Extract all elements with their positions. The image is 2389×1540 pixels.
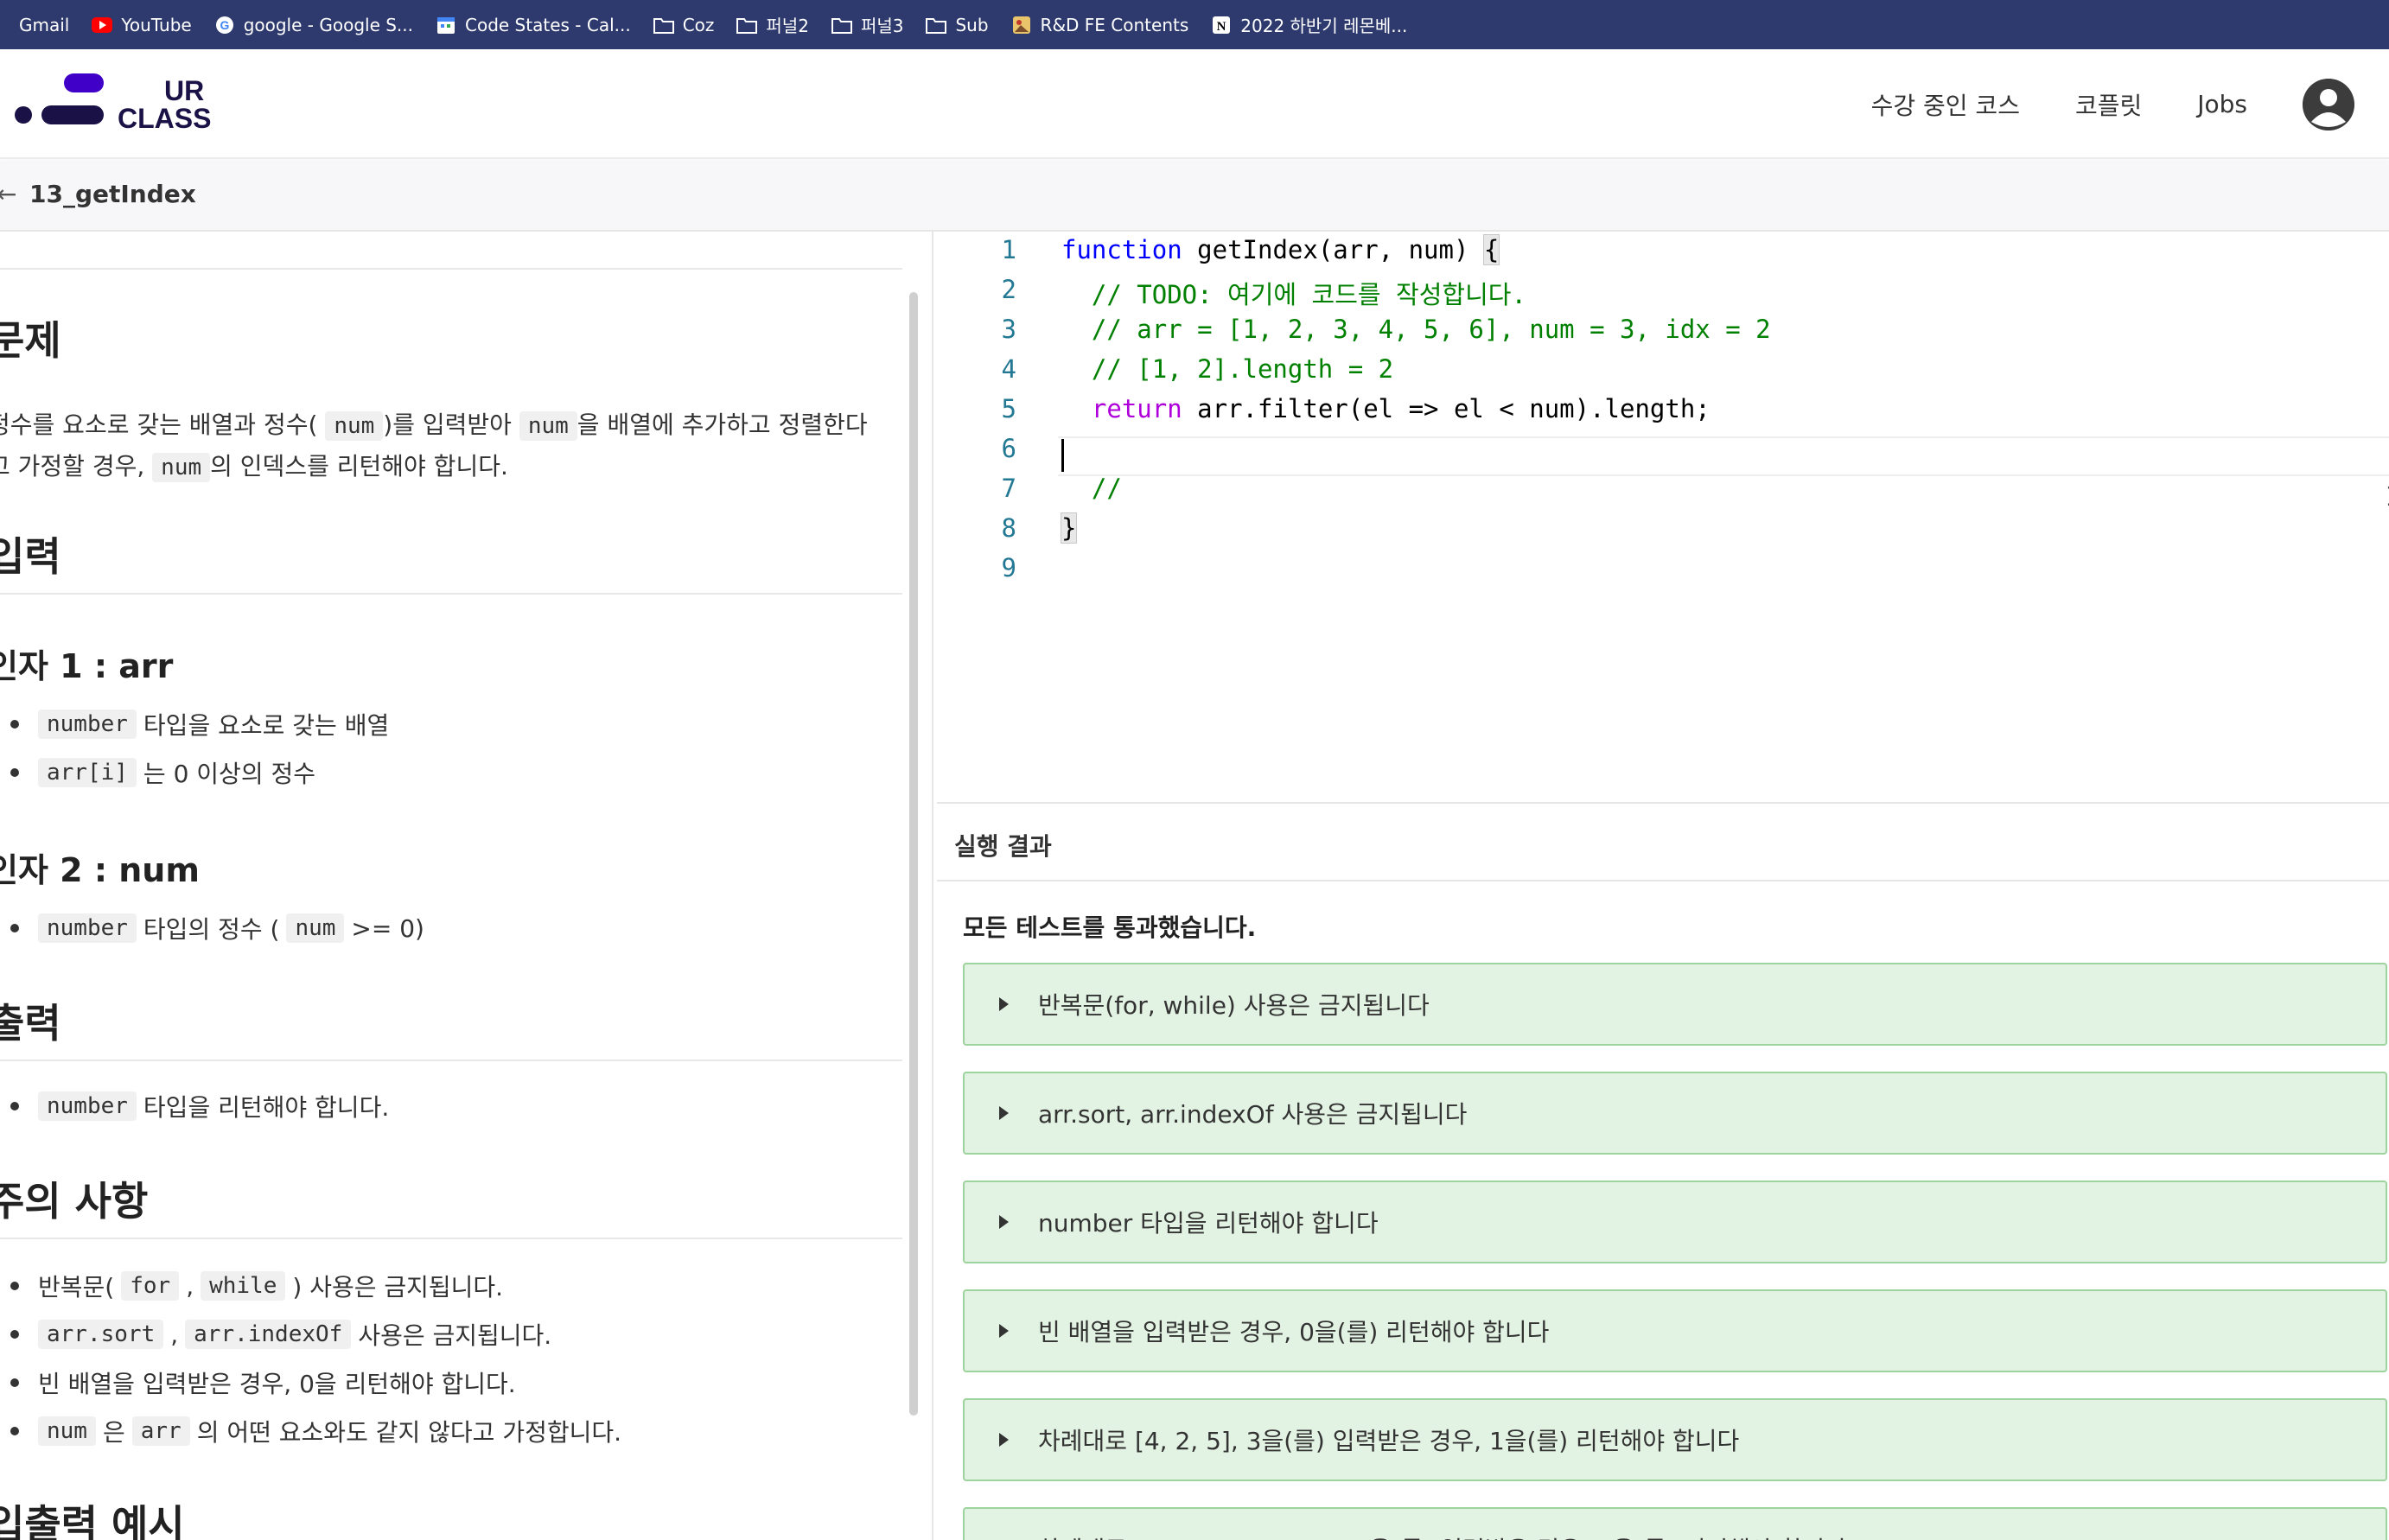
code-line[interactable]: // TODO: 여기에 코드를 작성합니다. xyxy=(1061,275,1526,311)
problem-desc-line2: 고 가정할 경우, num 의 인덱스를 리턴해야 합니다. xyxy=(0,452,508,482)
problem-panel[interactable]: 문제 정수를 요소로 갖는 배열과 정수( num)를 입력받아 num을 배열… xyxy=(0,232,933,1540)
divider xyxy=(0,1238,902,1239)
test-case[interactable]: 차례대로 [10, 50, 21, 14], 34을(를) 입력받은 경우, 4… xyxy=(963,1507,2387,1540)
notion-icon: N xyxy=(1211,15,1232,35)
list-item: arr[i] 는 0 이상의 정수 xyxy=(10,755,315,790)
bookmark-rnd-fe[interactable]: R&D FE Contents xyxy=(1003,0,1198,49)
results-panel: 실행 결과 모든 테스트를 통과했습니다. 반복문(for, while) 사용… xyxy=(937,802,2389,1540)
nav-jobs[interactable]: Jobs xyxy=(2197,90,2247,118)
heading-arg1: 인자 1 : arr xyxy=(0,647,174,685)
user-avatar-icon[interactable] xyxy=(2303,78,2354,130)
test-case[interactable]: number 타입을 리턴해야 합니다 xyxy=(963,1180,2387,1263)
test-case[interactable]: arr.sort, arr.indexOf 사용은 금지됩니다 xyxy=(963,1072,2387,1155)
code-editor[interactable]: 1 2 3 4 5 6 7 8 9 function getIndex(arr,… xyxy=(937,232,2389,802)
heading-example: 입출력 예시 xyxy=(0,1501,185,1540)
bookmark-code-states[interactable]: Code States - Cal... xyxy=(427,0,640,49)
folder-icon xyxy=(653,15,674,35)
list-item: number 타입을 요소로 갖는 배열 xyxy=(10,707,389,741)
line-number: 8 xyxy=(1001,513,1016,543)
bookmark-funnel3[interactable]: 퍼널3 xyxy=(823,0,913,49)
nav-my-courses[interactable]: 수강 중인 코스 xyxy=(1871,87,2020,122)
heading-output: 출력 xyxy=(0,1000,61,1047)
expand-triangle-icon xyxy=(999,1215,1009,1229)
list-item: number 타입을 리턴해야 합니다. xyxy=(10,1089,389,1123)
heading-input: 입력 xyxy=(0,533,61,580)
pass-message: 모든 테스트를 통과했습니다. xyxy=(963,913,1257,942)
code-line[interactable]: function getIndex(arr, num) { xyxy=(1061,234,1500,265)
divider xyxy=(0,268,902,270)
divider xyxy=(0,593,902,595)
heading-arg2: 인자 2 : num xyxy=(0,851,200,889)
bookmark-gmail[interactable]: Gmail xyxy=(10,0,78,49)
divider xyxy=(0,1060,902,1061)
page-title: 13_getIndex xyxy=(29,180,196,208)
line-number: 3 xyxy=(1001,315,1016,344)
list-item: number 타입의 정수 (num >= 0) xyxy=(10,911,424,945)
logo-text-class: CLASS xyxy=(118,103,212,134)
bookmark-lemonbase[interactable]: N 2022 하반기 레몬베... xyxy=(1202,0,1416,49)
list-item: arr.sort, arr.indexOf 사용은 금지됩니다. xyxy=(10,1317,551,1352)
test-case[interactable]: 차례대로 [4, 2, 5], 3을(를) 입력받은 경우, 1을(를) 리턴해… xyxy=(963,1398,2387,1481)
bookmark-youtube[interactable]: YouTube xyxy=(83,0,200,49)
bookmark-google[interactable]: G google - Google S... xyxy=(206,0,422,49)
folder-icon xyxy=(926,15,947,35)
breadcrumb: ← 13_getIndex xyxy=(0,161,2389,232)
svg-text:N: N xyxy=(1217,20,1226,34)
bookmark-funnel2[interactable]: 퍼널2 xyxy=(728,0,818,49)
test-case[interactable]: 빈 배열을 입력받은 경우, 0을(를) 리턴해야 합니다 xyxy=(963,1289,2387,1372)
problem-desc-line1: 정수를 요소로 갖는 배열과 정수( num)를 입력받아 num 을 배열에 추… xyxy=(0,410,868,441)
bookmark-sub[interactable]: Sub xyxy=(917,0,997,49)
list-item: num 은 arr 의 어떤 요소와도 같지 않다고 가정합니다. xyxy=(10,1414,621,1448)
current-line-highlight xyxy=(1058,436,2389,476)
bookmark-coz[interactable]: Coz xyxy=(645,0,723,49)
svg-text:G: G xyxy=(220,18,229,32)
text-caret xyxy=(1061,439,1064,472)
site-header: UR CLASS 수강 중인 코스 코플릿 Jobs xyxy=(0,49,2389,159)
code-line[interactable]: // [1, 2].length = 2 xyxy=(1061,354,1393,384)
ibeam-cursor-icon: I xyxy=(2386,482,2389,512)
expand-triangle-icon xyxy=(999,1324,1009,1338)
nav-coplit[interactable]: 코플릿 xyxy=(2075,87,2142,122)
divider xyxy=(937,880,2389,881)
image-icon xyxy=(1011,15,1032,35)
code-line[interactable]: } xyxy=(1060,512,1078,544)
code-line[interactable]: // xyxy=(1061,474,1122,503)
google-icon: G xyxy=(214,15,235,35)
calendar-icon xyxy=(436,15,456,35)
folder-icon xyxy=(831,15,852,35)
results-title: 실행 결과 xyxy=(954,832,1052,861)
problem-scrollbar[interactable] xyxy=(909,292,918,1416)
bookmarks-bar: Gmail YouTube G google - Google S... Cod… xyxy=(0,0,2389,49)
folder-icon xyxy=(736,15,758,35)
line-number: 9 xyxy=(1001,553,1016,582)
line-number: 1 xyxy=(1001,235,1016,264)
expand-triangle-icon xyxy=(999,1106,1009,1120)
expand-triangle-icon xyxy=(999,997,1009,1011)
back-arrow-icon[interactable]: ← xyxy=(0,180,16,208)
line-number: 4 xyxy=(1001,354,1016,384)
code-line[interactable]: return arr.filter(el => el < num).length… xyxy=(1061,394,1711,423)
heading-problem: 문제 xyxy=(0,317,61,364)
line-number: 7 xyxy=(1001,474,1016,503)
urclass-logo[interactable]: UR CLASS xyxy=(12,73,220,136)
line-number: 6 xyxy=(1001,434,1016,463)
expand-triangle-icon xyxy=(999,1433,1009,1447)
heading-caution: 주의 사항 xyxy=(0,1178,149,1225)
youtube-icon xyxy=(92,15,113,35)
list-item: 빈 배열을 입력받은 경우, 0을 리턴해야 합니다. xyxy=(10,1365,516,1400)
main-nav: 수강 중인 코스 코플릿 Jobs xyxy=(1871,49,2354,159)
code-line[interactable]: // arr = [1, 2, 3, 4, 5, 6], num = 3, id… xyxy=(1061,315,1771,344)
list-item: 반복문(for, while) 사용은 금지됩니다. xyxy=(10,1269,503,1303)
line-number: 5 xyxy=(1001,394,1016,423)
line-number: 2 xyxy=(1001,275,1016,304)
test-case[interactable]: 반복문(for, while) 사용은 금지됩니다 xyxy=(963,963,2387,1046)
